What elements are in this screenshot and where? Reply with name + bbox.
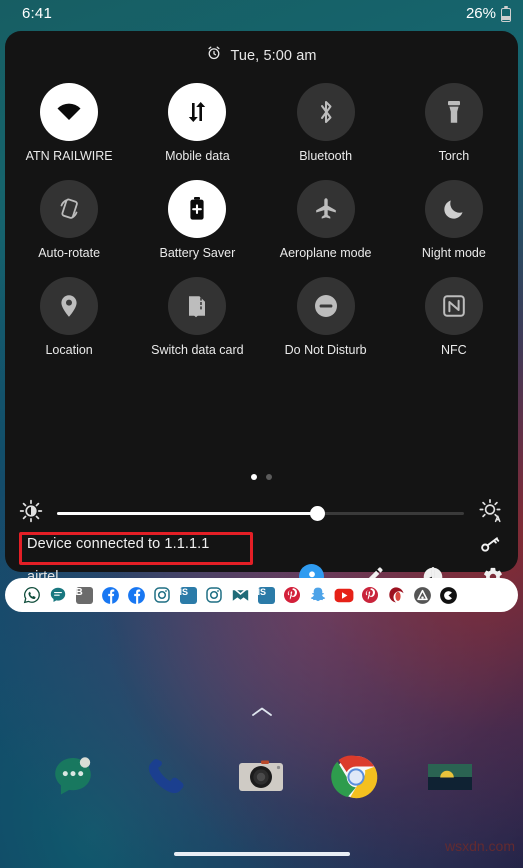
home-dock bbox=[0, 742, 523, 812]
qs-tile-mobile-data[interactable]: Mobile data bbox=[133, 83, 261, 164]
qs-tile-aeroplane-mode[interactable]: Aeroplane mode bbox=[262, 179, 390, 261]
status-bar-right: 26% bbox=[466, 5, 511, 22]
brightness-slider[interactable] bbox=[57, 502, 464, 524]
camera-icon[interactable] bbox=[233, 749, 289, 805]
auto-rotate-icon bbox=[40, 179, 99, 238]
quick-settings-panel: Tue, 5:00 am ATN RAILWIRE Mobile data Bl… bbox=[5, 31, 518, 589]
qs-tile-label: Battery Saver bbox=[159, 245, 236, 260]
android-screen: 6:41 26% Tue, 5:00 am ATN RAILWIRE Mobil… bbox=[0, 0, 523, 868]
qs-tile-label: Auto-rotate bbox=[38, 245, 101, 260]
page-dot-2[interactable] bbox=[266, 474, 272, 480]
location-pin-icon bbox=[40, 276, 99, 335]
alarm-row[interactable]: Tue, 5:00 am bbox=[5, 45, 518, 66]
youtube-icon[interactable] bbox=[331, 578, 357, 612]
qs-tile-wifi[interactable]: ATN RAILWIRE bbox=[5, 83, 133, 164]
sim-card-icon bbox=[168, 276, 227, 335]
brightness-slider-fill bbox=[57, 511, 318, 515]
qs-tile-label: Torch bbox=[438, 149, 470, 163]
qs-tile-switch-data-card[interactable]: Switch data card bbox=[133, 276, 261, 358]
qs-tile-torch[interactable]: Torch bbox=[390, 83, 518, 164]
bluetooth-icon bbox=[296, 83, 355, 141]
facebook-icon-2[interactable] bbox=[123, 578, 149, 612]
status-bar-clock: 6:41 bbox=[22, 5, 52, 22]
pinterest-icon-2[interactable] bbox=[357, 578, 383, 612]
qs-tile-battery-saver[interactable]: Battery Saver bbox=[133, 179, 261, 261]
battery-saver-icon bbox=[168, 179, 227, 238]
qs-tile-label: Do Not Disturb bbox=[284, 342, 367, 357]
chevron-up-icon[interactable] bbox=[251, 705, 273, 717]
instagram-icon-2[interactable] bbox=[201, 578, 227, 612]
alarm-clock-icon bbox=[206, 45, 222, 66]
qs-tile-label: Switch data card bbox=[151, 342, 244, 357]
battery-percent-label: 26% bbox=[465, 5, 496, 22]
mobile-data-icon bbox=[168, 83, 227, 141]
b-app-icon[interactable]: B bbox=[71, 578, 97, 612]
messages-icon[interactable] bbox=[45, 749, 101, 805]
brightness-slider-thumb[interactable] bbox=[309, 505, 325, 521]
triangle-app-icon[interactable] bbox=[409, 578, 435, 612]
qs-tile-label: Aeroplane mode bbox=[279, 245, 372, 260]
message-icon[interactable] bbox=[45, 578, 71, 612]
brightness-row bbox=[5, 496, 518, 530]
qs-tile-location[interactable]: Location bbox=[5, 276, 133, 358]
pinterest-icon[interactable] bbox=[279, 578, 305, 612]
snapchat-icon[interactable] bbox=[305, 578, 331, 612]
phone-icon[interactable] bbox=[139, 749, 195, 805]
moon-icon bbox=[424, 179, 483, 238]
qs-tile-label: Night mode bbox=[421, 245, 486, 260]
qs-tile-label: Bluetooth bbox=[299, 149, 353, 163]
whatsapp-icon[interactable] bbox=[19, 578, 45, 612]
do-not-disturb-icon bbox=[296, 276, 355, 335]
qs-tile-label: Mobile data bbox=[165, 149, 230, 163]
qs-tile-nfc[interactable]: NFC bbox=[390, 276, 518, 358]
alarm-text: Tue, 5:00 am bbox=[230, 47, 317, 64]
notification-icon-strip[interactable]: B IS IS bbox=[5, 578, 518, 612]
vpn-key-icon[interactable] bbox=[480, 536, 500, 559]
facebook-icon[interactable] bbox=[97, 578, 123, 612]
home-gesture-pill[interactable] bbox=[173, 852, 350, 856]
page-dot-1[interactable] bbox=[251, 474, 257, 480]
qs-tile-label: NFC bbox=[441, 342, 467, 357]
is-app-icon-2[interactable]: IS bbox=[253, 578, 279, 612]
circle-app-icon[interactable] bbox=[435, 578, 461, 612]
qs-tile-label: ATN RAILWIRE bbox=[25, 149, 113, 163]
flashlight-icon bbox=[424, 83, 483, 141]
qs-tile-auto-rotate[interactable]: Auto-rotate bbox=[5, 179, 133, 261]
qs-page-indicator bbox=[5, 474, 518, 480]
instagram-icon[interactable] bbox=[149, 578, 175, 612]
chrome-icon[interactable] bbox=[328, 749, 384, 805]
brightness-low-icon bbox=[19, 499, 43, 528]
qs-tile-night-mode[interactable]: Night mode bbox=[390, 179, 518, 261]
airplane-icon bbox=[296, 179, 355, 238]
qs-tile-do-not-disturb[interactable]: Do Not Disturb bbox=[262, 276, 390, 358]
watermark: wsxdn.com bbox=[444, 838, 515, 854]
network-status-text: Device connected to 1.1.1.1 bbox=[27, 536, 210, 552]
qs-tile-label: Location bbox=[45, 342, 93, 357]
gallery-icon[interactable] bbox=[422, 749, 478, 805]
quick-settings-tile-grid: ATN RAILWIRE Mobile data Bluetooth Torch… bbox=[5, 83, 518, 357]
battery-low-icon bbox=[501, 5, 511, 22]
qs-tile-bluetooth[interactable]: Bluetooth bbox=[262, 83, 390, 164]
wifi-icon bbox=[40, 83, 99, 141]
is-app-icon[interactable]: IS bbox=[175, 578, 201, 612]
mail-check-icon[interactable] bbox=[227, 578, 253, 612]
nfc-icon bbox=[424, 276, 483, 335]
opera-red-icon[interactable] bbox=[383, 578, 409, 612]
status-bar: 6:41 26% bbox=[0, 0, 523, 30]
brightness-auto-icon[interactable] bbox=[478, 498, 504, 529]
